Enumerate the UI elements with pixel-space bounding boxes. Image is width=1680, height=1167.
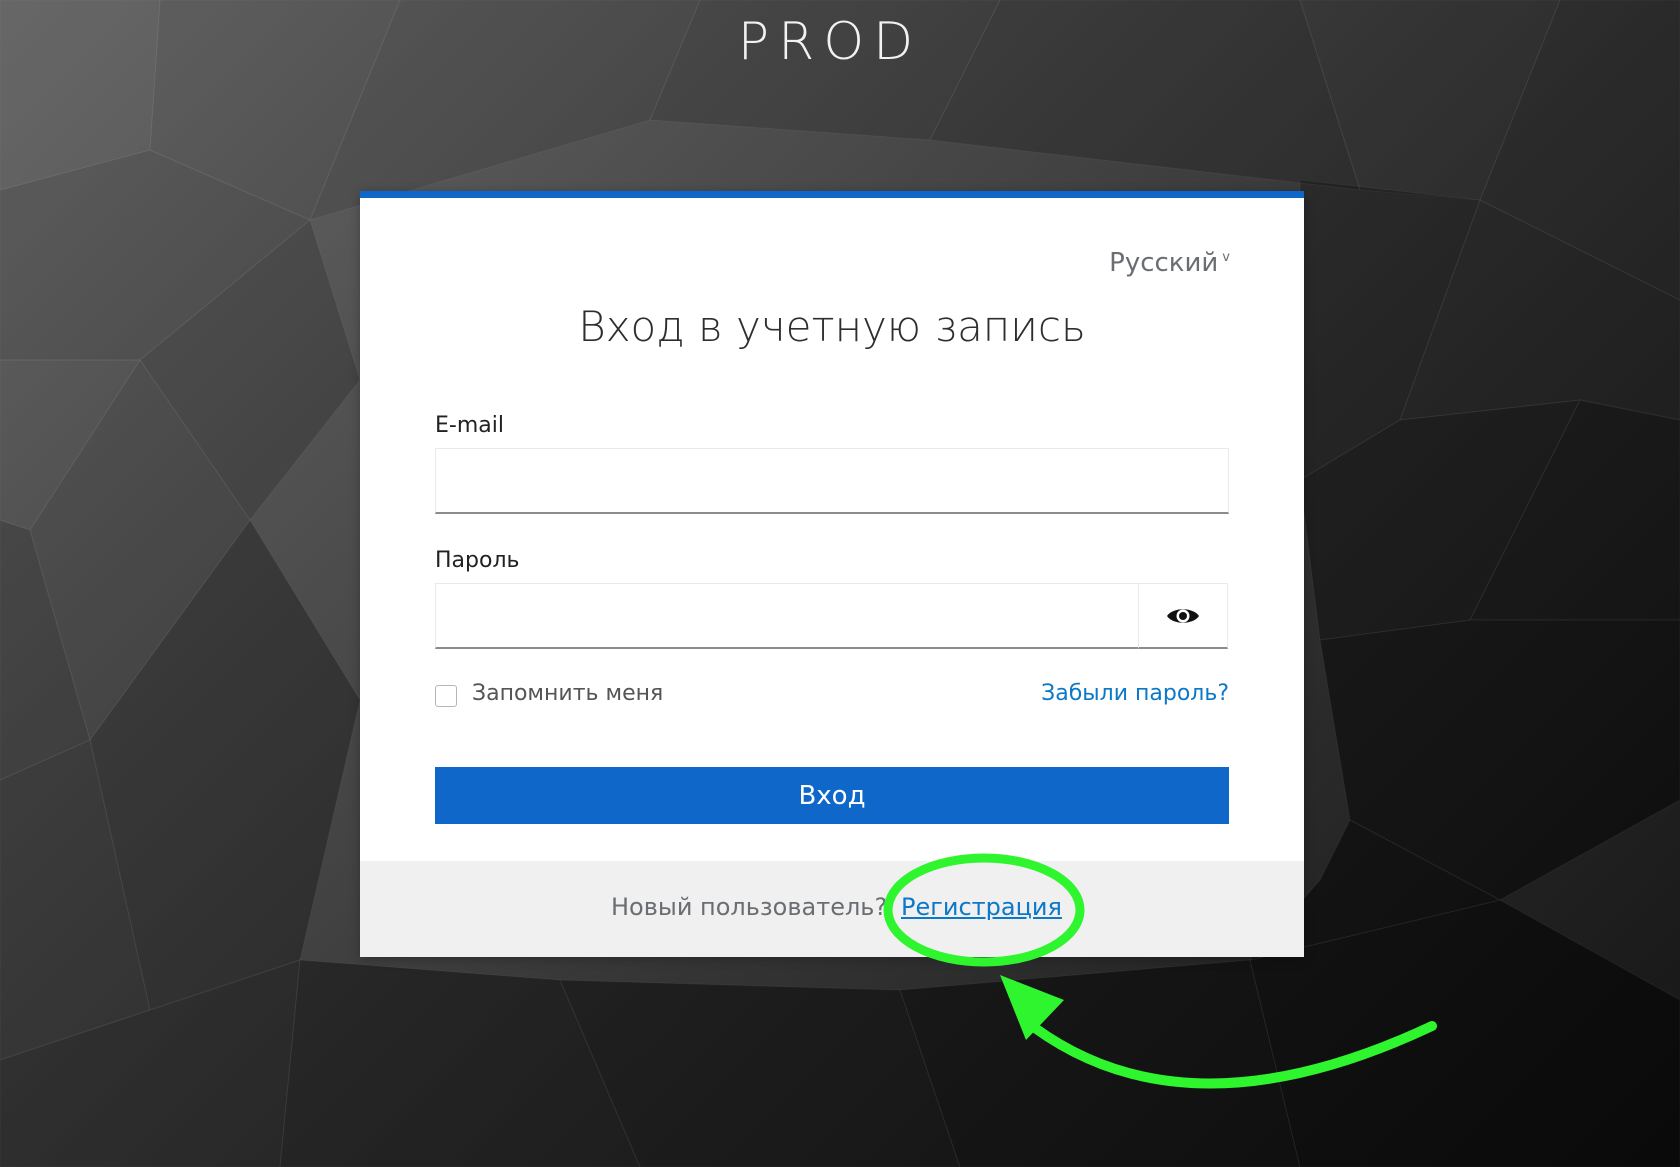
register-link[interactable]: Регистрация xyxy=(901,893,1062,921)
email-label: E-mail xyxy=(435,413,504,438)
registration-footer: Новый пользователь? Регистрация xyxy=(360,861,1304,957)
password-label: Пароль xyxy=(435,548,520,573)
new-user-text: Новый пользователь? xyxy=(611,893,888,921)
remember-me-label[interactable]: Запомнить меня xyxy=(472,681,663,706)
remember-me-checkbox[interactable] xyxy=(435,685,457,707)
show-password-button[interactable] xyxy=(1138,583,1228,649)
eye-icon xyxy=(1167,608,1199,623)
forgot-password-link[interactable]: Забыли пароль? xyxy=(1041,681,1229,706)
realm-title: PROD xyxy=(737,12,923,72)
login-card: Русский v Вход в учетную запись E-mail Па… xyxy=(360,191,1304,957)
password-field[interactable] xyxy=(435,583,1139,649)
language-label: Русский xyxy=(1109,248,1219,278)
language-selector[interactable]: Русский v xyxy=(1109,248,1230,278)
email-field[interactable] xyxy=(435,448,1229,514)
chevron-down-icon: v xyxy=(1222,250,1230,265)
login-button[interactable]: Вход xyxy=(435,767,1229,824)
page-title: Вход в учетную запись xyxy=(578,302,1086,351)
